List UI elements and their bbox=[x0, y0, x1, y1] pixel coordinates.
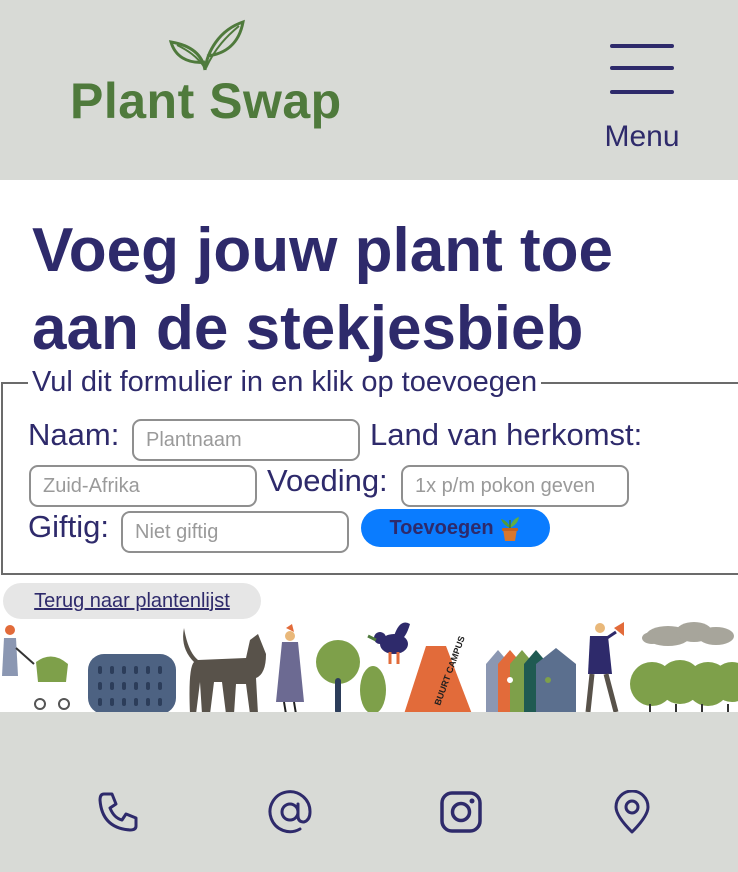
tree-icon bbox=[316, 640, 386, 714]
giftig-label: Giftig: bbox=[28, 509, 109, 544]
row-houses-icon bbox=[486, 648, 576, 714]
leaves-logo-icon bbox=[168, 19, 245, 71]
site-footer bbox=[0, 712, 738, 872]
cloud-icon bbox=[642, 622, 734, 646]
potted-plant-icon bbox=[500, 517, 519, 541]
site-header: Plant Swap Menu bbox=[0, 0, 738, 180]
person-with-megaphone-icon bbox=[585, 622, 624, 713]
hamburger-bar-icon bbox=[610, 66, 674, 70]
hedge-icon bbox=[630, 660, 738, 712]
hamburger-bar-icon bbox=[610, 44, 674, 48]
back-to-plant-list-link[interactable]: Terug naar plantenlijst bbox=[3, 583, 261, 619]
logo-text[interactable]: Plant Swap bbox=[70, 72, 342, 130]
hamburger-bar-icon bbox=[610, 90, 674, 94]
land-label: Land van herkomst: bbox=[370, 417, 643, 452]
menu-label: Menu bbox=[604, 120, 680, 153]
location-pin-icon[interactable] bbox=[610, 790, 654, 834]
giftig-input[interactable] bbox=[121, 511, 349, 553]
phone-icon[interactable] bbox=[96, 790, 140, 834]
person-standing-icon bbox=[276, 624, 304, 714]
toevoegen-label: Toevoegen bbox=[389, 516, 494, 539]
menu-button[interactable]: Menu bbox=[598, 40, 688, 160]
neighbourhood-illustration: BUURT CAMPUS bbox=[2, 622, 738, 714]
form-legend: Vul dit formulier in en klik op toevoege… bbox=[28, 366, 542, 399]
buurt-campus-sign-icon: BUURT CAMPUS bbox=[404, 635, 472, 714]
land-input[interactable] bbox=[29, 465, 257, 507]
page-title: Voeg jouw plant toe aan de stekjesbieb bbox=[32, 216, 613, 363]
naam-label: Naam: bbox=[28, 417, 120, 452]
naam-input[interactable] bbox=[132, 419, 360, 461]
instagram-icon[interactable] bbox=[439, 790, 483, 834]
voeding-label: Voeding: bbox=[267, 463, 388, 498]
toevoegen-button[interactable]: Toevoegen bbox=[361, 509, 550, 547]
at-sign-icon[interactable] bbox=[268, 790, 312, 834]
voeding-input[interactable] bbox=[401, 465, 629, 507]
cat-icon bbox=[183, 628, 266, 714]
person-with-stroller-icon bbox=[2, 625, 70, 710]
bird-icon bbox=[367, 622, 410, 664]
building-icon bbox=[88, 654, 176, 714]
